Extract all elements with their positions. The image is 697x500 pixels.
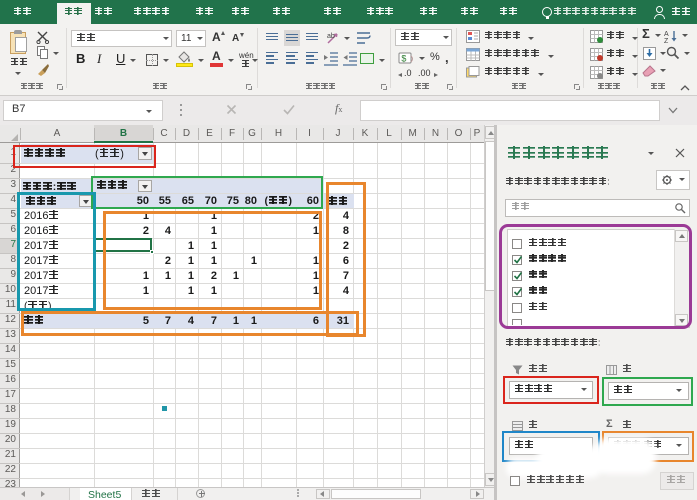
- svg-text:ab: ab: [327, 33, 335, 40]
- svg-text:Z: Z: [664, 38, 669, 43]
- svg-text:A: A: [664, 31, 669, 38]
- svg-text:$: $: [401, 54, 406, 64]
